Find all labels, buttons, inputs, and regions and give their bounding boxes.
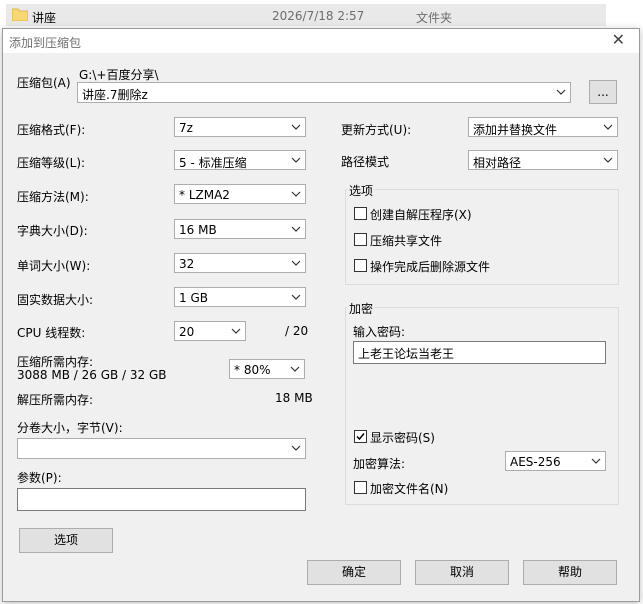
- encrypt-names-label: 加密文件名(N): [370, 482, 449, 496]
- cpu-label: CPU 线程数:: [17, 326, 86, 340]
- solid-combo[interactable]: 1 GB: [174, 287, 306, 307]
- solid-label: 固实数据大小:: [17, 293, 94, 307]
- shared-files-label: 压缩共享文件: [370, 234, 443, 248]
- chevron-down-icon: [291, 191, 301, 197]
- format-value: 7z: [179, 121, 193, 135]
- path-value: 相对路径: [473, 156, 522, 170]
- word-label: 单词大小(W):: [17, 259, 91, 273]
- word-combo[interactable]: 32: [174, 253, 306, 273]
- chevron-down-icon: [556, 89, 566, 95]
- dict-label: 字典大小(D):: [17, 224, 88, 238]
- chevron-down-icon: [291, 226, 301, 232]
- update-value: 添加并替换文件: [473, 123, 558, 137]
- password-value: 上老王论坛当老王: [358, 347, 455, 361]
- options-group-title: 选项: [347, 182, 376, 199]
- title-bar: 添加到压缩包 ✕: [3, 29, 639, 53]
- chevron-down-icon: [291, 445, 301, 451]
- sfx-checkbox[interactable]: [354, 207, 367, 220]
- archive-name-value: 讲座.7删除z: [82, 88, 148, 102]
- file-type: 文件夹: [416, 11, 453, 25]
- dict-combo[interactable]: 16 MB: [174, 219, 306, 239]
- method-combo[interactable]: * LZMA2: [174, 184, 306, 204]
- mem-percent-combo[interactable]: * 80%: [229, 359, 305, 379]
- params-label: 参数(P):: [17, 471, 62, 485]
- checkmark-icon: [356, 433, 365, 441]
- path-label: 路径模式: [341, 155, 390, 169]
- update-combo[interactable]: 添加并替换文件: [468, 117, 618, 137]
- chevron-down-icon: [591, 458, 601, 464]
- file-name: 讲座: [32, 11, 57, 25]
- chevron-down-icon: [291, 157, 301, 163]
- delete-source-label: 操作完成后删除源文件: [370, 260, 491, 274]
- chevron-down-icon: [231, 328, 241, 334]
- solid-value: 1 GB: [179, 291, 208, 305]
- format-combo[interactable]: 7z: [174, 117, 306, 137]
- show-password-checkbox[interactable]: [354, 430, 367, 443]
- shared-files-checkbox[interactable]: [354, 233, 367, 246]
- word-value: 32: [179, 257, 195, 271]
- method-value: * LZMA2: [179, 188, 230, 202]
- encrypt-method-value: AES-256: [510, 455, 561, 469]
- params-input[interactable]: [17, 488, 306, 511]
- archive-label: 压缩包(A): [17, 76, 71, 90]
- level-combo[interactable]: 5 - 标准压缩: [174, 150, 306, 170]
- cpu-value: 20: [179, 325, 195, 339]
- explorer-file-row[interactable]: 讲座 2026/7/18 2:57 文件夹: [0, 0, 643, 30]
- cpu-combo[interactable]: 20: [174, 321, 246, 341]
- chevron-down-icon: [291, 260, 301, 266]
- encrypt-method-label: 加密算法:: [353, 457, 406, 471]
- file-date: 2026/7/18 2:57: [272, 9, 365, 23]
- mem-decomp-value: 18 MB: [275, 391, 313, 405]
- level-label: 压缩等级(L):: [17, 156, 86, 170]
- archive-path: G:\+百度分享\: [79, 68, 159, 82]
- help-button[interactable]: 帮助: [523, 560, 617, 585]
- cancel-button[interactable]: 取消: [415, 560, 509, 585]
- chevron-down-icon: [603, 157, 613, 163]
- split-label: 分卷大小，字节(V):: [17, 421, 123, 435]
- ok-button[interactable]: 确定: [307, 560, 401, 585]
- encrypt-method-combo[interactable]: AES-256: [505, 451, 606, 471]
- mem-comp-value: 3088 MB / 26 GB / 32 GB: [17, 368, 167, 382]
- format-label: 压缩格式(F):: [17, 123, 86, 137]
- path-combo[interactable]: 相对路径: [468, 150, 618, 170]
- close-icon[interactable]: ✕: [612, 31, 625, 49]
- browse-button[interactable]: ...: [589, 80, 617, 104]
- archive-name-combo[interactable]: 讲座.7删除z: [77, 82, 571, 103]
- password-input[interactable]: 上老王论坛当老王: [353, 341, 606, 364]
- split-combo[interactable]: [17, 438, 306, 459]
- delete-source-checkbox[interactable]: [354, 259, 367, 272]
- dialog-title: 添加到压缩包: [9, 36, 82, 50]
- method-label: 压缩方法(M):: [17, 190, 89, 204]
- show-password-label: 显示密码(S): [370, 431, 435, 445]
- sfx-label: 创建自解压程序(X): [370, 208, 472, 222]
- level-value: 5 - 标准压缩: [179, 156, 247, 170]
- chevron-down-icon: [291, 124, 301, 130]
- options-button[interactable]: 选项: [19, 528, 113, 553]
- folder-icon: [12, 8, 28, 21]
- chevron-down-icon: [603, 124, 613, 130]
- update-label: 更新方式(U):: [341, 123, 412, 137]
- encryption-group-title: 加密: [347, 300, 376, 317]
- chevron-down-icon: [291, 294, 301, 300]
- mem-decomp-label: 解压所需内存:: [17, 393, 94, 407]
- mem-percent-value: * 80%: [234, 363, 271, 377]
- cpu-total: / 20: [285, 324, 309, 338]
- add-to-archive-dialog: 添加到压缩包 ✕ 压缩包(A) G:\+百度分享\ 讲座.7删除z ... 压缩…: [2, 28, 640, 602]
- dict-value: 16 MB: [179, 223, 217, 237]
- encrypt-names-checkbox[interactable]: [354, 481, 367, 494]
- password-label: 输入密码:: [353, 325, 406, 339]
- chevron-down-icon: [290, 366, 300, 372]
